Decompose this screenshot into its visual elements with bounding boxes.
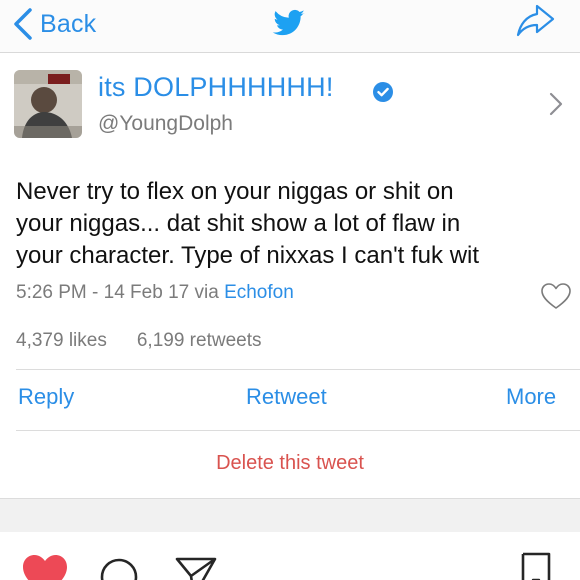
heart-outline-icon[interactable] [540, 282, 572, 310]
post-action-bar [0, 532, 580, 580]
more-button[interactable]: More [506, 384, 556, 410]
heart-filled-icon[interactable] [22, 554, 68, 580]
tweet-text-line: your character. Type of nixxas I can't f… [16, 242, 480, 269]
twitter-bird-icon [272, 9, 305, 36]
likes-count[interactable]: 4,379 likes [16, 330, 107, 352]
handle: @YoungDolph [98, 112, 233, 135]
divider [16, 369, 580, 370]
avatar[interactable] [14, 70, 82, 138]
engagement-counts: 4,379 likes 6,199 retweets [16, 330, 261, 352]
send-icon[interactable] [174, 556, 218, 580]
avatar-image [14, 70, 82, 138]
client-link[interactable]: Echofon [224, 282, 294, 303]
bookmark-icon[interactable] [520, 552, 552, 580]
chevron-right-icon[interactable] [546, 90, 566, 118]
top-nav-bar: Back [0, 0, 580, 53]
divider [16, 430, 580, 431]
verified-badge-icon [373, 82, 393, 102]
retweets-count[interactable]: 6,199 retweets [137, 330, 262, 352]
retweet-button[interactable]: Retweet [246, 384, 327, 410]
comment-icon[interactable] [98, 556, 140, 580]
tweet-text: Never try to flex on your niggas or shit… [16, 176, 576, 272]
delete-tweet-button[interactable]: Delete this tweet [0, 452, 580, 475]
display-name[interactable]: its DOLPHHHHHH! [98, 72, 334, 103]
share-icon[interactable] [515, 2, 557, 38]
tweet-timestamp: 5:26 PM - 14 Feb 17 via [16, 282, 225, 303]
tweet-text-line: your niggas... dat shit show a lot of fl… [16, 210, 461, 237]
back-label: Back [40, 9, 97, 38]
reply-button[interactable]: Reply [18, 384, 74, 410]
tweet-meta: 5:26 PM - 14 Feb 17 via Echofon [16, 282, 294, 304]
chevron-left-icon [14, 8, 32, 40]
back-button[interactable]: Back [8, 4, 96, 44]
section-gap [0, 499, 580, 532]
tweet-text-line: Never try to flex on your niggas or shit… [16, 178, 454, 205]
